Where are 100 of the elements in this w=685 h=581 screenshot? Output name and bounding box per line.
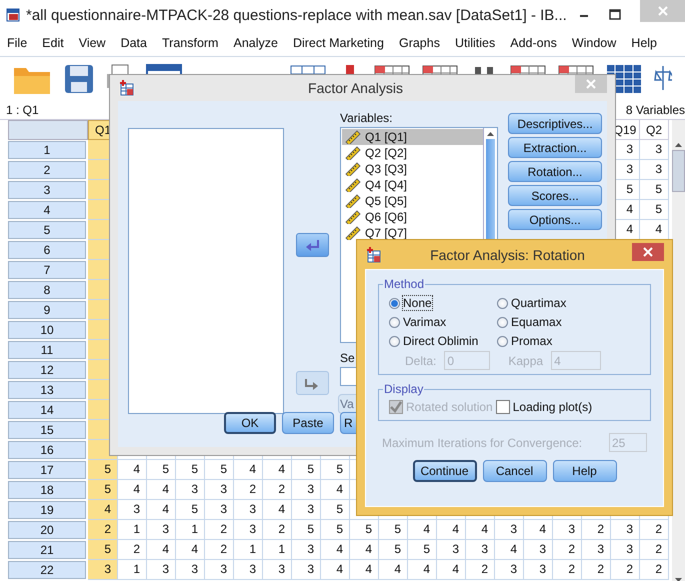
column-header[interactable]: Q2	[640, 120, 669, 140]
row-header[interactable]: 19	[8, 501, 86, 519]
row-header[interactable]: 8	[8, 281, 86, 299]
list-item[interactable]: Q1 [Q1]	[342, 129, 483, 145]
row-header[interactable]: 13	[8, 381, 86, 399]
table-cell: 2	[466, 560, 495, 580]
radio-button[interactable]	[389, 336, 400, 346]
table-cell: 2	[205, 520, 234, 540]
menu-item[interactable]: Add-ons	[503, 36, 565, 50]
table-cell: 2	[234, 480, 263, 500]
table-cell: 3	[611, 520, 640, 540]
menu-item[interactable]: Edit	[35, 36, 72, 50]
row-header[interactable]: 4	[8, 201, 86, 219]
table-cell: 3	[292, 500, 321, 520]
row-header[interactable]: 5	[8, 221, 86, 239]
app-icon	[6, 8, 20, 22]
table-cell: 3	[176, 560, 205, 580]
table-cell: 4	[147, 500, 176, 520]
row-header[interactable]: 1	[8, 141, 86, 159]
table-cell: 3	[495, 520, 524, 540]
row-header[interactable]: 16	[8, 441, 86, 459]
row-header[interactable]: 3	[8, 181, 86, 199]
row-header[interactable]: 10	[8, 321, 86, 339]
menu-item[interactable]: Window	[564, 36, 624, 50]
table-cell: 3	[205, 500, 234, 520]
dialog-button[interactable]: Rotation...	[508, 161, 602, 182]
list-item[interactable]: Q3 [Q3]	[342, 161, 483, 177]
row-header[interactable]: 2	[8, 161, 86, 179]
menu-item[interactable]: Graphs	[392, 36, 448, 50]
close-button[interactable]	[632, 243, 664, 261]
menu-item[interactable]: Direct Marketing	[286, 36, 392, 50]
table-cell: 3	[292, 480, 321, 500]
radio-button[interactable]	[497, 336, 508, 346]
list-item[interactable]: Q7 [Q7]	[342, 225, 483, 241]
radio-button[interactable]	[389, 298, 400, 308]
list-item[interactable]: Q2 [Q2]	[342, 145, 483, 161]
radio-option[interactable]: Promax	[497, 333, 552, 349]
move-button[interactable]	[296, 233, 329, 257]
menu-item[interactable]: View	[72, 36, 114, 50]
menu-item[interactable]: File	[0, 36, 36, 50]
table-cell: 3	[234, 520, 263, 540]
dialog-app-icon	[365, 246, 383, 264]
dialog-button[interactable]: Paste	[282, 412, 334, 434]
list-item[interactable]: Q6 [Q6]	[342, 209, 483, 225]
checkbox[interactable]	[496, 400, 510, 414]
checkbox-option[interactable]: Loading plot(s)	[496, 400, 592, 414]
table-cell: 2	[205, 540, 234, 560]
menu-item[interactable]: Analyze	[226, 36, 286, 50]
radio-option[interactable]: Varimax	[389, 314, 446, 330]
menu-item[interactable]: Utilities	[448, 36, 504, 50]
scroll-thumb[interactable]	[672, 150, 685, 192]
list-item[interactable]: Q4 [Q4]	[342, 177, 483, 193]
table-cell: 5	[88, 540, 118, 560]
ruler-icon	[345, 146, 361, 160]
table-cell: 5	[640, 180, 669, 200]
row-header[interactable]: 21	[8, 541, 86, 559]
row-header[interactable]: 14	[8, 401, 86, 419]
radio-button[interactable]	[497, 316, 508, 328]
table-cell: 3	[147, 560, 176, 580]
dialog-button[interactable]: OK	[224, 412, 276, 434]
list-item[interactable]: Q5 [Q5]	[342, 193, 483, 209]
row-header[interactable]: 17	[8, 461, 86, 479]
row-header[interactable]: 9	[8, 301, 86, 319]
toolbar-button[interactable]	[64, 64, 94, 94]
row-header[interactable]: 6	[8, 241, 86, 259]
table-cell: 5	[292, 460, 321, 480]
radio-button[interactable]	[497, 298, 508, 308]
row-header[interactable]: 22	[8, 561, 86, 579]
radio-option[interactable]: None	[389, 295, 432, 311]
scrollbar[interactable]	[672, 120, 685, 581]
row-header[interactable]: 11	[8, 341, 86, 359]
source-list[interactable]	[128, 128, 284, 414]
dialog-button[interactable]: Scores...	[508, 185, 602, 206]
table-cell: 3	[234, 560, 263, 580]
dialog-button[interactable]: Cancel	[482, 460, 546, 482]
radio-button[interactable]	[389, 316, 400, 328]
row-header[interactable]: 15	[8, 421, 86, 439]
menu-item[interactable]: Help	[624, 36, 666, 50]
table-cell: 1	[118, 560, 147, 580]
menu-item[interactable]: Transform	[154, 36, 226, 50]
table-cell: 3	[524, 560, 553, 580]
table-cell: 4	[321, 480, 350, 500]
close-icon	[586, 79, 596, 89]
scroll-up-icon	[486, 131, 495, 137]
dialog-button[interactable]: Extraction...	[508, 137, 602, 158]
row-header[interactable]: 20	[8, 521, 86, 539]
table-cell: 3	[205, 560, 234, 580]
dialog-button[interactable]: Descriptives...	[508, 113, 602, 134]
table-cell: 5	[321, 460, 350, 480]
dialog-button[interactable]: Options...	[508, 209, 602, 230]
radio-option[interactable]: Equamax	[497, 314, 562, 330]
menu-item[interactable]: Data	[114, 36, 155, 50]
radio-option[interactable]: Quartimax	[497, 295, 566, 311]
row-header[interactable]: 12	[8, 361, 86, 379]
row-header[interactable]: 18	[8, 481, 86, 499]
table-cell: 2	[263, 480, 292, 500]
dialog-button[interactable]: Continue	[412, 460, 476, 482]
dialog-button[interactable]: Help	[552, 460, 616, 482]
row-header[interactable]: 7	[8, 261, 86, 279]
table-cell: 5	[321, 520, 350, 540]
